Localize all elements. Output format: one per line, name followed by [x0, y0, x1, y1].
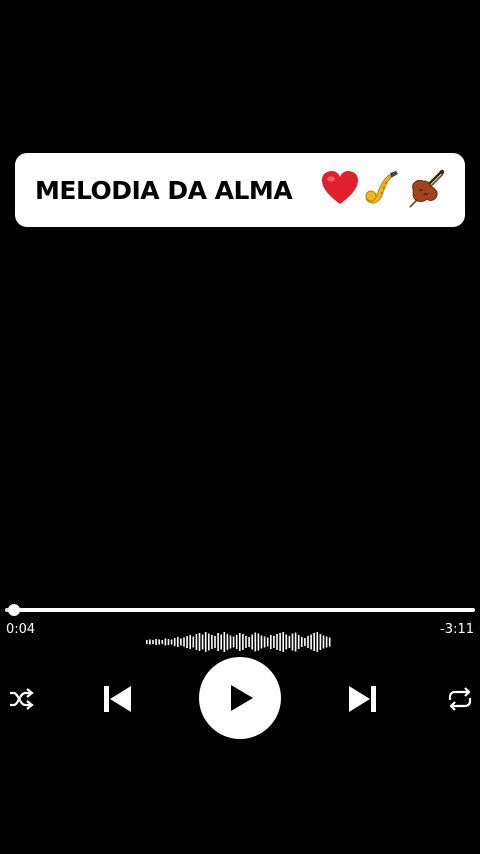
waveform-bar — [229, 635, 232, 649]
waveform-bar — [316, 632, 319, 652]
waveform-bar — [304, 638, 306, 646]
waveform-bar — [297, 635, 300, 649]
waveform-bar — [217, 633, 219, 651]
previous-icon — [104, 686, 131, 712]
waveform-bar — [152, 640, 154, 644]
violin-icon — [409, 169, 445, 208]
previous-button[interactable] — [99, 681, 135, 717]
waveform-bar — [248, 637, 250, 647]
waveform-bar — [301, 637, 303, 647]
waveform-bar — [211, 635, 213, 649]
waveform-bar — [161, 640, 164, 644]
waveform-bar — [257, 633, 260, 651]
title-card: MELODIA DA ALMA — [15, 153, 465, 227]
waveform-bar — [279, 633, 281, 651]
shuffle-icon — [10, 688, 34, 710]
repeat-button[interactable] — [444, 684, 476, 714]
waveform-bar — [214, 636, 216, 648]
waveform-bar — [204, 632, 207, 652]
waveform-bar — [288, 636, 291, 648]
waveform-bar — [291, 633, 294, 651]
waveform-bar — [270, 635, 272, 649]
waveform-bar — [242, 634, 244, 650]
waveform — [146, 632, 331, 652]
shuffle-button[interactable] — [6, 684, 36, 714]
waveform-bar — [149, 639, 151, 645]
waveform-bar — [164, 638, 167, 646]
waveform-bar — [186, 636, 188, 648]
waveform-bar — [183, 637, 185, 647]
waveform-bar — [235, 635, 238, 649]
waveform-bar — [294, 632, 297, 652]
waveform-bar — [325, 636, 328, 648]
next-icon — [349, 686, 376, 712]
waveform-bar — [201, 634, 204, 650]
saxophone-icon — [365, 171, 398, 204]
waveform-bar — [177, 637, 179, 647]
waveform-bar — [285, 634, 288, 650]
waveform-bar — [282, 632, 284, 652]
waveform-bar — [158, 639, 160, 645]
waveform-bar — [239, 633, 241, 651]
waveform-bar — [198, 633, 201, 651]
waveform-bar — [146, 640, 148, 644]
waveform-bar — [245, 636, 247, 648]
waveform-bar — [273, 636, 275, 648]
waveform-bar — [170, 639, 173, 645]
progress-bar[interactable] — [5, 604, 475, 616]
waveform-bar — [260, 635, 263, 649]
waveform-bar — [208, 633, 210, 651]
waveform-bar — [173, 638, 176, 646]
waveform-bar — [276, 634, 278, 650]
waveform-bar — [167, 639, 170, 645]
play-icon — [231, 685, 253, 711]
waveform-bar — [254, 632, 257, 652]
waveform-bar — [310, 634, 312, 650]
waveform-bar — [180, 638, 182, 646]
song-title: MELODIA DA ALMA — [35, 175, 293, 205]
waveform-bar — [322, 635, 325, 649]
waveform-bar — [220, 634, 222, 650]
play-button[interactable] — [199, 657, 281, 739]
waveform-bar — [192, 636, 195, 648]
waveform-bar — [155, 639, 157, 645]
waveform-bar — [232, 636, 235, 648]
progress-thumb[interactable] — [8, 604, 21, 616]
waveform-bar — [313, 633, 315, 651]
waveform-bar — [251, 634, 253, 650]
heart-icon — [322, 171, 358, 204]
waveform-bar — [328, 637, 331, 647]
elapsed-time: 0:04 — [6, 622, 36, 637]
waveform-bar — [263, 636, 266, 648]
remaining-time: -3:11 — [440, 622, 474, 637]
repeat-icon — [448, 687, 472, 711]
waveform-bar — [319, 634, 322, 650]
waveform-bar — [195, 634, 198, 650]
waveform-bar — [266, 637, 269, 647]
waveform-bar — [223, 632, 226, 652]
waveform-bar — [226, 634, 229, 650]
next-button[interactable] — [345, 681, 381, 717]
waveform-bar — [189, 635, 191, 649]
waveform-bar — [307, 636, 309, 648]
